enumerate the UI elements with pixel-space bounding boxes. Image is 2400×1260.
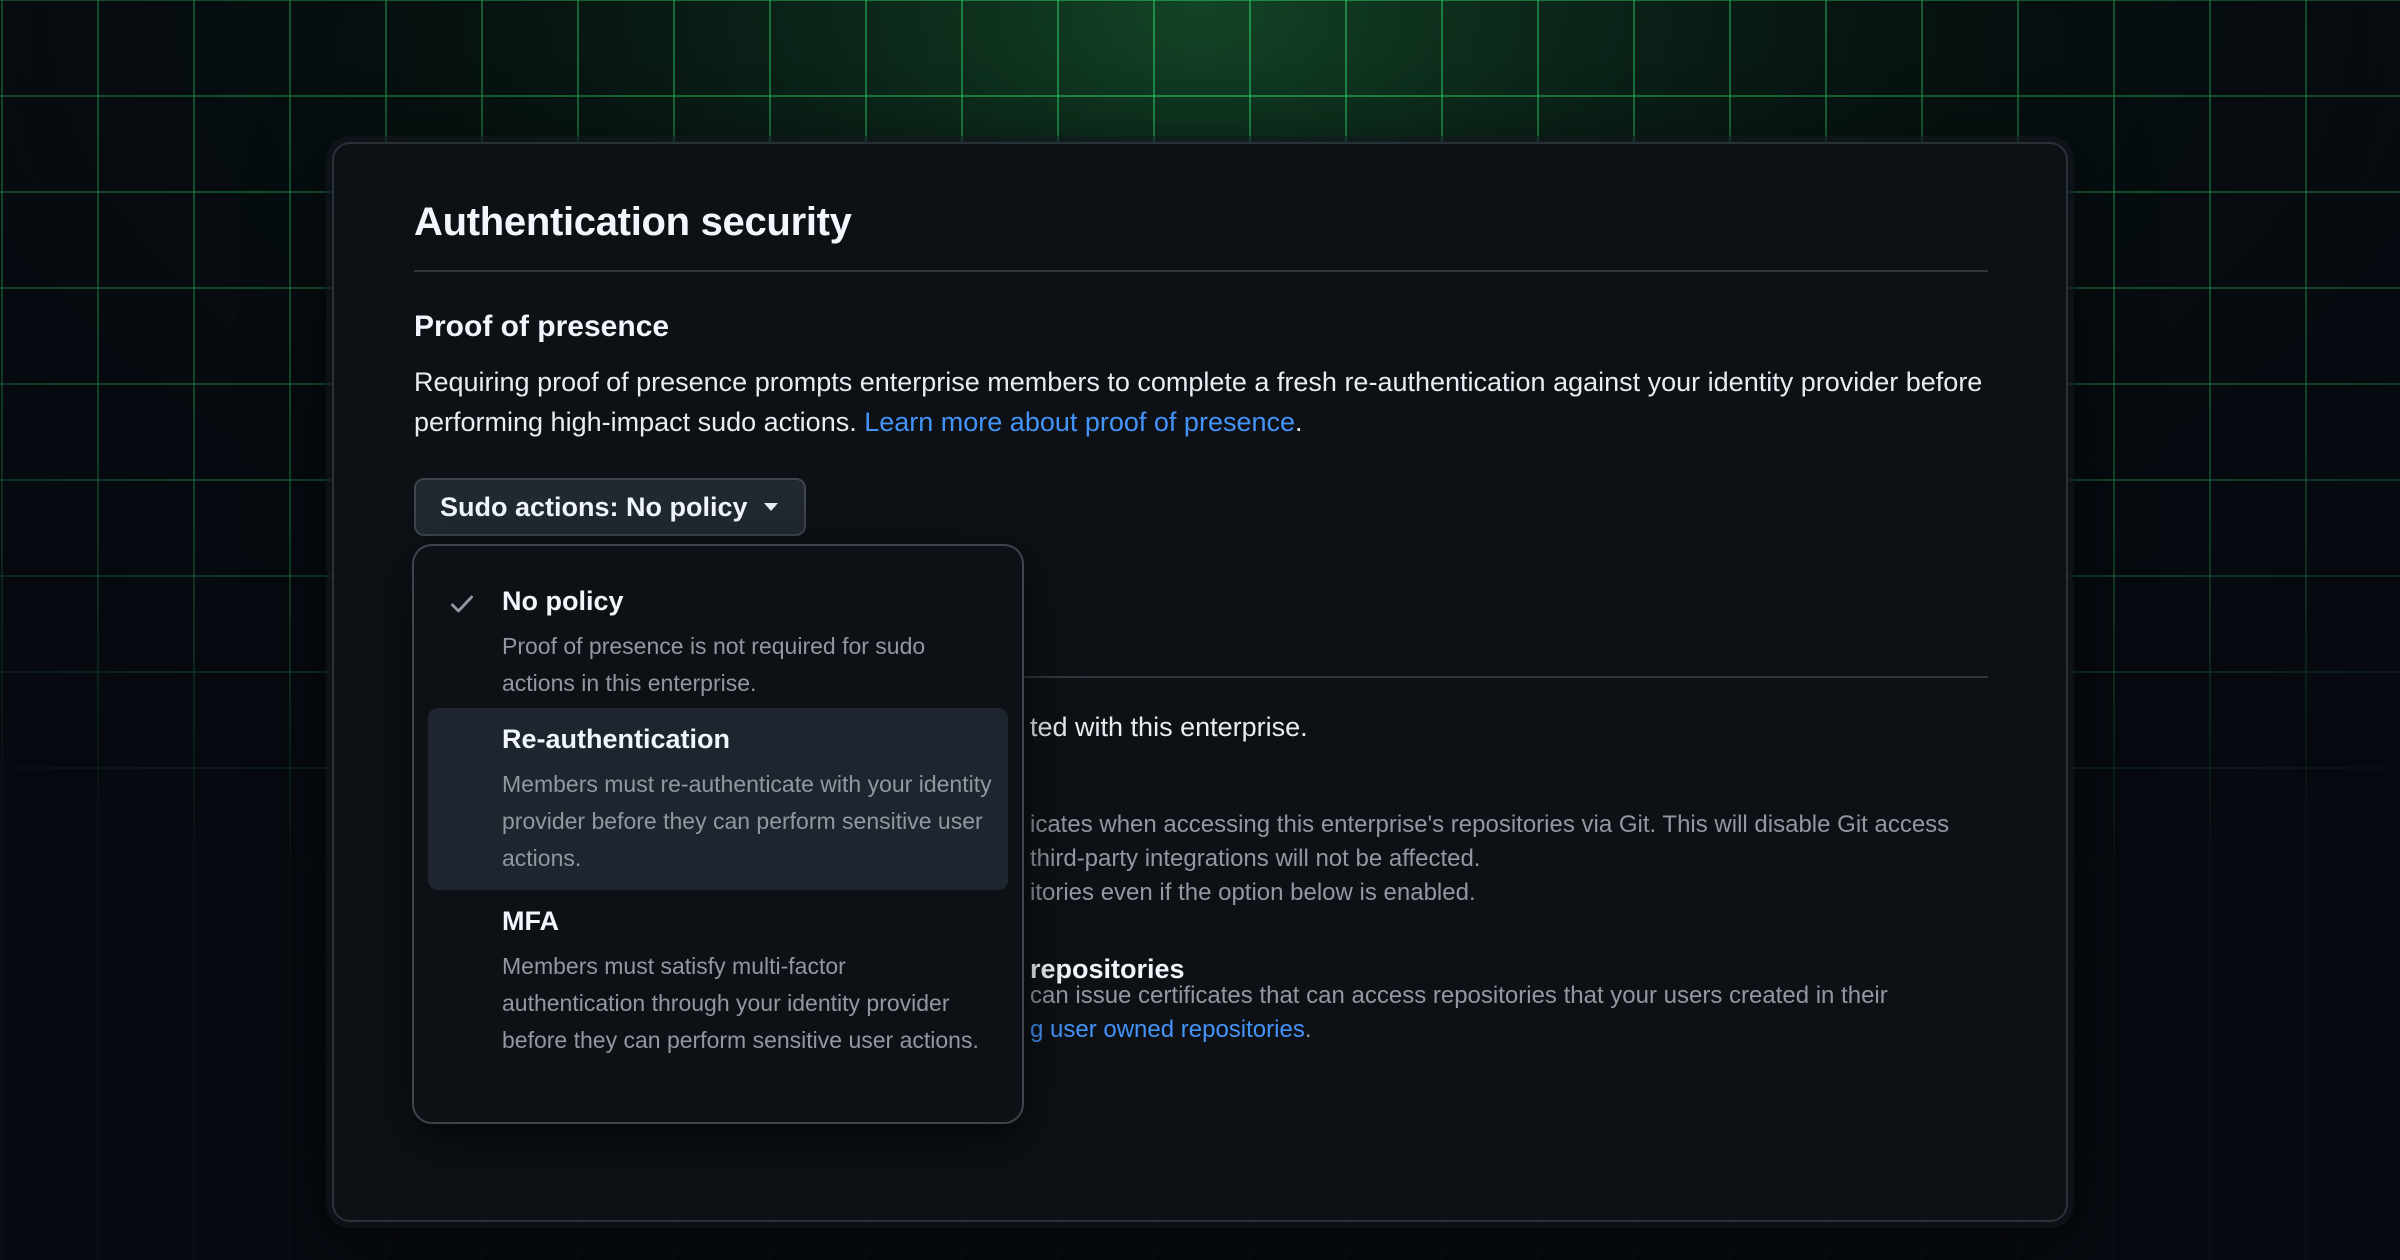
description-period: .	[1295, 407, 1303, 437]
menu-item-description: Proof of presence is not required for su…	[502, 633, 926, 696]
section-description: Requiring proof of presence prompts ente…	[414, 362, 1988, 442]
triangle-down-icon	[763, 503, 778, 511]
title-divider	[414, 270, 1988, 272]
obscured-text-line: itories even if the option below is enab…	[1030, 879, 1476, 906]
page-title: Authentication security	[414, 200, 852, 244]
menu-item-label: No policy	[502, 586, 624, 616]
sudo-actions-menu: No policy Proof of presence is not requi…	[412, 544, 1024, 1124]
user-owned-repositories-link[interactable]: g user owned repositories	[1030, 1016, 1305, 1043]
menu-item-re-authentication[interactable]: Re-authentication Members must re-authen…	[428, 708, 1008, 890]
obscured-link-line: g user owned repositories.	[1030, 1013, 1312, 1047]
menu-item-description: Members must satisfy multi-factor authen…	[502, 953, 979, 1053]
obscured-link-period: .	[1304, 1016, 1312, 1043]
obscured-text-line: can issue certificates that can access r…	[1030, 982, 1888, 1009]
obscured-text-line: icates when accessing this enterprise's …	[1030, 811, 1950, 838]
learn-more-link[interactable]: Learn more about proof of presence	[864, 407, 1295, 437]
menu-item-label: Re-authentication	[502, 724, 731, 754]
obscured-text-line: third-party integrations will not be aff…	[1030, 845, 1481, 872]
section-title-proof-of-presence: Proof of presence	[414, 310, 670, 343]
sudo-actions-dropdown-button[interactable]: Sudo actions: No policy	[414, 478, 806, 536]
menu-item-no-policy[interactable]: No policy Proof of presence is not requi…	[428, 560, 1008, 696]
menu-item-mfa[interactable]: MFA Members must satisfy multi-factor au…	[428, 892, 1008, 1110]
obscured-text-line: ted with this enterprise.	[1030, 712, 1308, 742]
menu-item-description: Members must re-authenticate with your i…	[502, 771, 992, 871]
dropdown-button-label: Sudo actions: No policy	[440, 491, 748, 522]
check-icon	[450, 595, 474, 613]
menu-item-label: MFA	[502, 906, 559, 936]
